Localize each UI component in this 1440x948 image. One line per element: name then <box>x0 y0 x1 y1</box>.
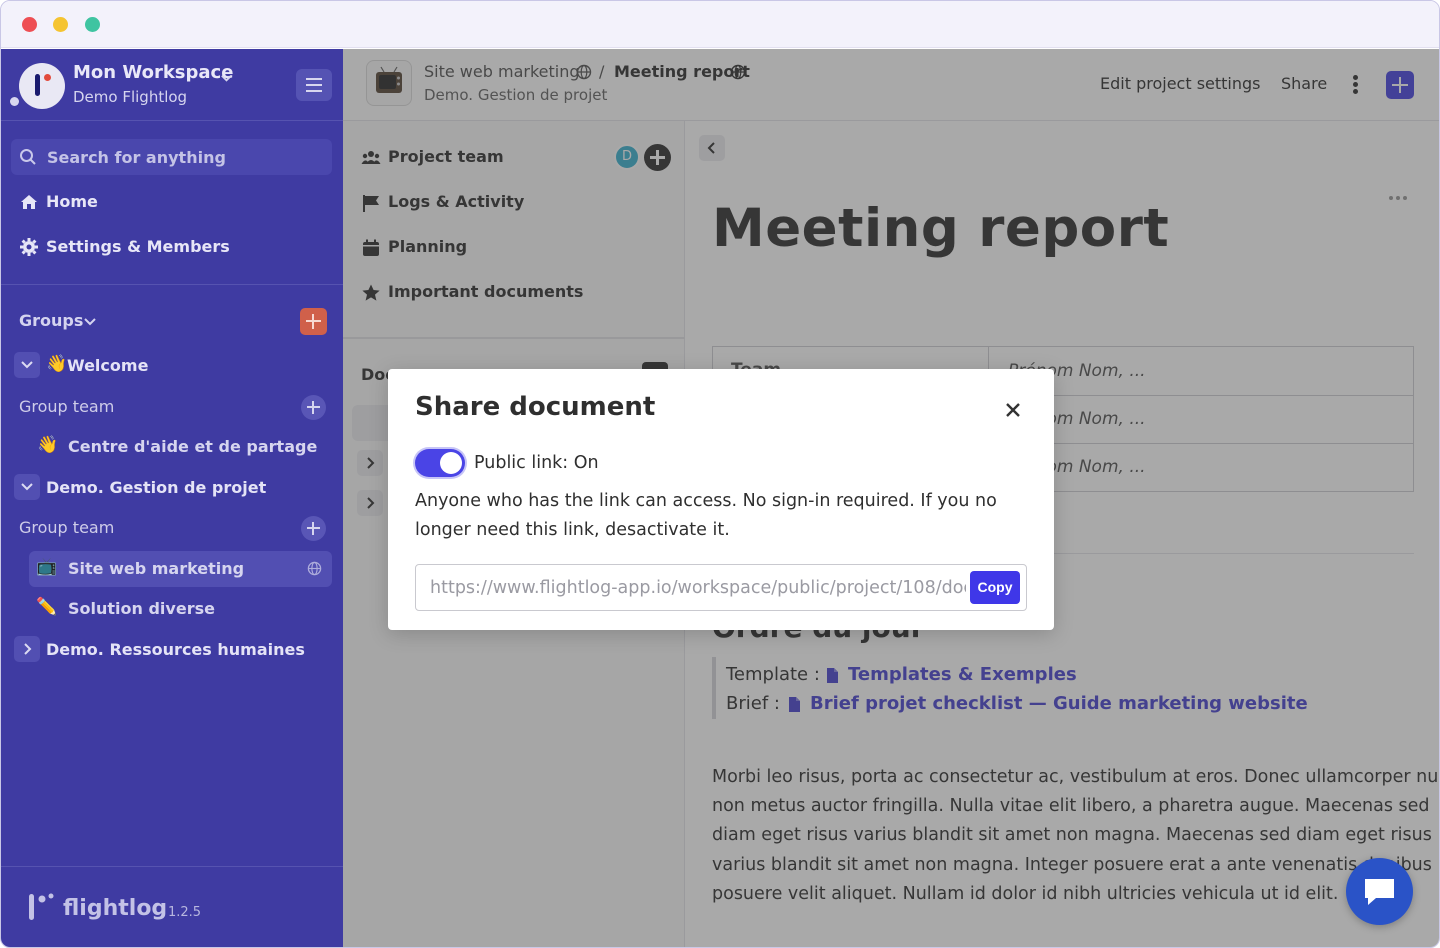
public-link-url[interactable]: https://www.flightlog-app.io/workspace/p… <box>430 578 966 598</box>
group-team-label: Group team <box>19 518 115 537</box>
close-icon[interactable] <box>1003 400 1023 420</box>
group-label: Demo. Ressources humaines <box>46 640 305 659</box>
group-demo-rh[interactable]: Demo. Ressources humaines <box>1 632 343 668</box>
project-site-web-marketing[interactable]: 📺 Site web marketing <box>1 551 343 587</box>
sidebar-menu-button[interactable] <box>296 69 332 101</box>
collapse-toggle[interactable] <box>14 352 40 378</box>
sidebar-item-settings[interactable]: Settings & Members <box>1 229 343 265</box>
home-icon <box>21 195 37 209</box>
search-icon <box>20 149 36 165</box>
globe-icon <box>307 561 322 576</box>
tv-emoji-icon: 📺 <box>36 557 58 577</box>
app-version: 1.2.5 <box>168 905 202 920</box>
group-team-label: Group team <box>19 397 115 416</box>
search-placeholder: Search for anything <box>47 148 226 167</box>
workspace-name[interactable]: Mon Workspace <box>73 62 233 83</box>
group-team-row[interactable]: Group team <box>1 510 343 546</box>
sidebar-divider <box>1 866 343 867</box>
project-label: Solution diverse <box>68 599 215 618</box>
minimize-window-button[interactable] <box>53 17 68 32</box>
groups-heading[interactable]: Groups <box>19 311 83 330</box>
public-link-label: Public link: On <box>474 453 599 473</box>
sidebar-item-label: Home <box>46 192 98 211</box>
chevron-down-icon[interactable] <box>83 315 97 329</box>
group-team-row[interactable]: Group team <box>1 389 343 425</box>
project-solution-diverse[interactable]: ✏️ Solution diverse <box>1 591 343 627</box>
maximize-window-button[interactable] <box>85 17 100 32</box>
public-link-toggle[interactable] <box>415 449 465 477</box>
sidebar-item-home[interactable]: Home <box>1 184 343 220</box>
group-label: Welcome <box>67 356 149 375</box>
app-window: Mon Workspace Demo Flightlog Search for … <box>0 0 1440 948</box>
pencil-emoji-icon: ✏️ <box>36 597 58 617</box>
chevron-down-icon <box>21 361 33 369</box>
share-document-dialog: Share document Public link: On Anyone wh… <box>388 369 1054 630</box>
chat-support-button[interactable] <box>1346 858 1413 925</box>
workspace-logo[interactable] <box>19 63 65 109</box>
collapse-toggle[interactable] <box>14 474 40 500</box>
copy-button[interactable]: Copy <box>970 571 1020 604</box>
search-input[interactable]: Search for anything <box>11 139 332 175</box>
chevron-down-icon <box>21 483 33 491</box>
wave-emoji-icon: 👋 <box>37 435 59 455</box>
title-bar <box>1 1 1439 48</box>
group-welcome[interactable]: 👋 Welcome <box>1 348 343 384</box>
close-window-button[interactable] <box>22 17 37 32</box>
dialog-title: Share document <box>415 392 656 422</box>
chat-bubble-icon <box>1365 879 1394 905</box>
sidebar-divider <box>1 284 343 285</box>
sidebar-divider <box>1 120 343 121</box>
wave-emoji-icon: 👋 <box>46 354 68 374</box>
workspace-subtitle: Demo Flightlog <box>73 88 188 106</box>
group-demo-gestion[interactable]: Demo. Gestion de projet <box>1 470 343 506</box>
add-to-group-button[interactable] <box>301 395 326 420</box>
expand-toggle[interactable] <box>14 636 40 662</box>
chevron-right-icon <box>24 643 32 655</box>
project-label: Site web marketing <box>68 559 245 578</box>
gear-icon <box>20 238 38 256</box>
dialog-description: Anyone who has the link can access. No s… <box>415 491 997 540</box>
public-link-field[interactable]: https://www.flightlog-app.io/workspace/p… <box>415 564 1027 611</box>
sidebar-item-label: Settings & Members <box>46 237 230 256</box>
add-group-button[interactable] <box>300 308 327 335</box>
group-label: Demo. Gestion de projet <box>46 478 267 497</box>
flightlog-logo-icon <box>29 893 54 920</box>
online-status-dot <box>10 97 19 106</box>
project-centre-aide[interactable]: 👋 Centre d'aide et de partage <box>1 429 343 465</box>
add-to-group-button[interactable] <box>301 516 326 541</box>
brand-name: flightlog <box>63 896 168 921</box>
chevron-down-icon[interactable] <box>220 72 233 85</box>
project-label: Centre d'aide et de partage <box>68 437 318 456</box>
